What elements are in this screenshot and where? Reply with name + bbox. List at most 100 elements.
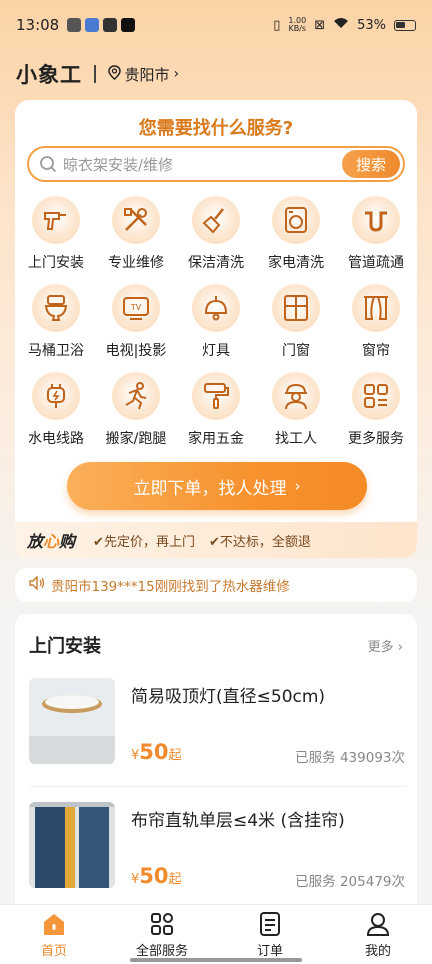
service-item[interactable]: 窗帘 (336, 284, 416, 364)
tab-label: 订单 (256, 943, 283, 959)
lamp-icon (192, 284, 240, 332)
service-label: 电视|投影 (105, 343, 167, 359)
app-notification-icon (85, 18, 100, 32)
tab-orders[interactable]: 订单 (216, 905, 324, 964)
service-item[interactable]: 更多服务 (336, 372, 416, 452)
more-label: 更多 (367, 640, 394, 655)
service-item[interactable]: 灯具 (176, 284, 256, 364)
tab-label: 全部服务 (135, 943, 188, 959)
status-time: 13:08 (16, 16, 60, 34)
city-selector[interactable]: 贵阳市 › (107, 64, 180, 85)
service-label: 上门安装 (28, 255, 84, 271)
search-input[interactable]: 晾衣架安装/维修 (63, 154, 342, 175)
service-label: 更多服务 (348, 431, 404, 447)
header-divider (94, 65, 96, 83)
tab-all-services[interactable]: 全部服务 (108, 905, 216, 964)
price-value: 50 (139, 740, 169, 764)
running-icon (112, 372, 160, 420)
service-item[interactable]: 门窗 (256, 284, 336, 364)
service-item[interactable]: 家用五金 (176, 372, 256, 452)
window-icon (272, 284, 320, 332)
service-label: 马桶卫浴 (28, 343, 84, 359)
user-icon (366, 912, 390, 936)
order-now-button[interactable]: 立即下单，找人处理 › (67, 462, 367, 510)
service-item[interactable]: 专业维修 (96, 196, 176, 276)
tab-label: 我的 (364, 943, 391, 959)
search-button[interactable]: 搜索 (342, 150, 400, 178)
service-card: 您需要找什么服务? 晾衣架安装/维修 搜索 上门安装 专业维修 保洁清洗 家电清洗 管道… (15, 100, 417, 558)
tv-icon: TV (112, 284, 160, 332)
worker-icon (272, 372, 320, 420)
service-item[interactable]: 找工人 (256, 372, 336, 452)
product-thumbnail (29, 802, 115, 888)
service-item[interactable]: TV 电视|投影 (96, 284, 176, 364)
product-item[interactable]: 布帘直轨单层≤4米 (含挂帘) ¥50起 已服务 205479次 (29, 802, 405, 902)
tab-mine[interactable]: 我的 (324, 905, 432, 964)
service-label: 找工人 (275, 431, 317, 447)
notification-icons (67, 18, 136, 32)
price-suffix: 起 (168, 872, 182, 887)
service-label: 门窗 (282, 343, 310, 359)
header: 小象工 贵阳市 › (16, 58, 179, 90)
more-link[interactable]: 更多 › (368, 636, 403, 655)
washing-machine-icon (272, 196, 320, 244)
search-icon (39, 155, 57, 173)
assurance-banner[interactable]: 放心购 ✔先定价，再上门 ✔不达标，全额退 (15, 522, 417, 558)
assurance-brand: 放心购 (27, 528, 75, 552)
chevron-right-icon: › (294, 477, 301, 495)
sim-icon: ⊠ (314, 17, 326, 33)
service-card-title: 您需要找什么服务? (138, 118, 294, 139)
service-item[interactable]: 管道疏通 (336, 196, 416, 276)
home-icon (44, 913, 64, 935)
curtain-icon (352, 284, 400, 332)
drill-icon (32, 196, 80, 244)
price-suffix: 起 (168, 748, 182, 763)
service-item[interactable]: 上门安装 (16, 196, 96, 276)
service-label: 水电线路 (28, 431, 84, 447)
app-notification-icon (103, 18, 118, 32)
service-item[interactable]: 保洁清洗 (176, 196, 256, 276)
product-price: ¥50起 (131, 740, 182, 764)
notice-bar[interactable]: 贵阳市139***15刚刚找到了热水器维修 (15, 568, 417, 602)
city-label: 贵阳市 (124, 65, 170, 84)
assurance-item-refund: ✔不达标，全额退 (208, 534, 311, 550)
order-icon (260, 911, 280, 936)
product-item[interactable]: 简易吸顶灯(直径≤50cm) ¥50起 已服务 439093次 (29, 678, 405, 778)
service-label: 管道疏通 (348, 255, 404, 271)
section-title: 上门安装 (29, 636, 101, 657)
bottom-tab-bar: 首页 全部服务 订单 我的 (0, 904, 432, 964)
paint-roller-icon (192, 372, 240, 420)
tiktok-icon (121, 18, 136, 32)
vibrate-icon: ▯ (273, 17, 281, 33)
product-served-count: 已服务 205479次 (295, 874, 405, 890)
service-item[interactable]: 水电线路 (16, 372, 96, 452)
product-name: 布帘直轨单层≤4米 (含挂帘) (131, 811, 345, 831)
location-pin-icon (107, 64, 121, 84)
pipe-icon (352, 196, 400, 244)
service-item[interactable]: 家电清洗 (256, 196, 336, 276)
more-grid-icon (352, 372, 400, 420)
network-speed: 1.00 KB/s (288, 17, 306, 33)
tab-home[interactable]: 首页 (0, 905, 108, 964)
chevron-right-icon: › (173, 66, 180, 82)
search-bar[interactable]: 晾衣架安装/维修 搜索 (27, 146, 405, 182)
assurance-brand-part: 购 (59, 532, 76, 551)
notice-text: 贵阳市139***15刚刚找到了热水器维修 (51, 579, 290, 595)
product-price: ¥50起 (131, 864, 182, 888)
service-item[interactable]: 搬家/跑腿 (96, 372, 176, 452)
app-notification-icon (67, 18, 82, 32)
service-label: 搬家/跑腿 (105, 431, 167, 447)
speaker-icon (29, 575, 45, 594)
service-item[interactable]: 马桶卫浴 (16, 284, 96, 364)
toilet-icon (32, 284, 80, 332)
service-label: 窗帘 (362, 343, 390, 359)
wifi-icon (333, 17, 349, 33)
install-section: 上门安装 更多 › 简易吸顶灯(直径≤50cm) ¥50起 已服务 439093… (15, 614, 417, 914)
svg-text:TV: TV (130, 303, 142, 312)
home-indicator (130, 958, 302, 962)
assurance-brand-part: 放 (27, 532, 44, 551)
broom-icon (192, 196, 240, 244)
app-logo: 小象工 (16, 63, 82, 87)
service-label: 专业维修 (108, 255, 164, 271)
service-label: 家用五金 (188, 431, 244, 447)
